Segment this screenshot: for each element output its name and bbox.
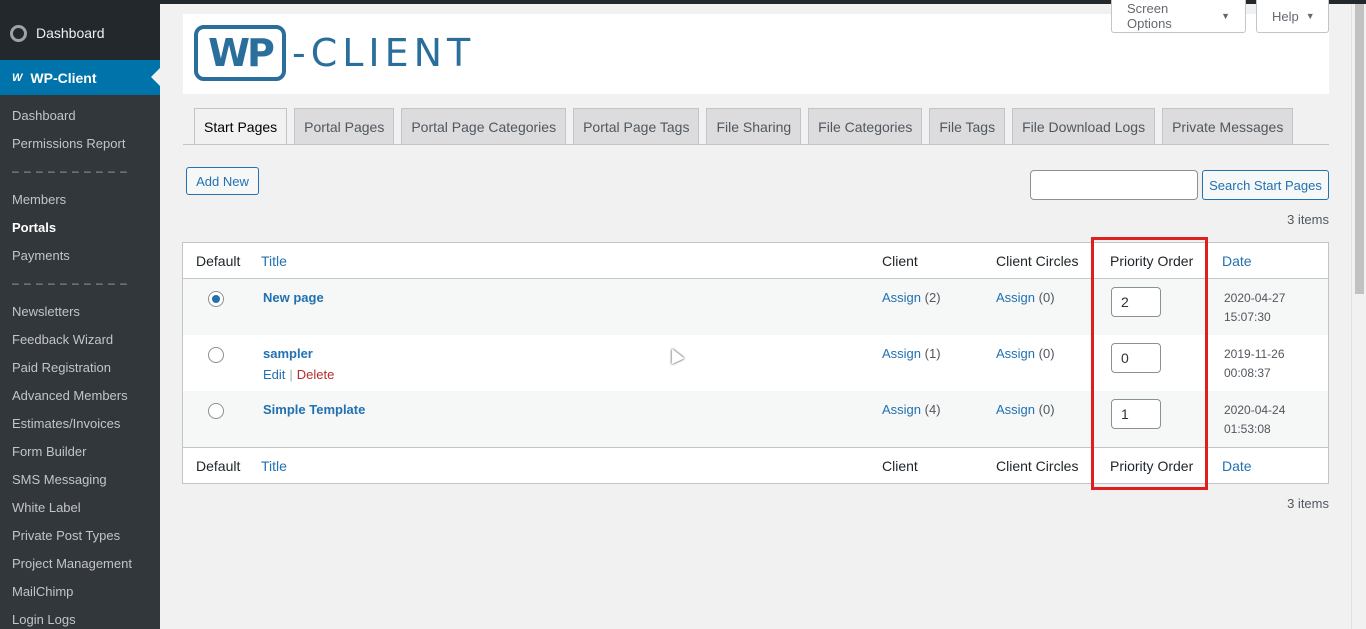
nav-tabs: Start Pages Portal Pages Portal Page Cat… (194, 108, 1300, 145)
page-title-link[interactable]: New page (263, 290, 324, 305)
help-button[interactable]: Help ▼ (1256, 0, 1329, 33)
submenu-payments[interactable]: Payments (12, 248, 70, 263)
col-client-circles: Client Circles (996, 458, 1079, 474)
edit-link[interactable]: Edit (263, 367, 285, 382)
submenu-portals[interactable]: Portals (12, 220, 56, 235)
assign-client-link[interactable]: Assign (882, 402, 921, 417)
default-radio[interactable] (208, 291, 224, 307)
dashboard-icon (10, 24, 27, 42)
default-radio[interactable] (208, 347, 224, 363)
page-scrollbar[interactable] (1351, 4, 1366, 629)
submenu-paid-registration[interactable]: Paid Registration (12, 360, 111, 375)
col-title[interactable]: Title (261, 458, 287, 474)
current-menu-arrow (151, 68, 160, 86)
tab-portal-page-tags[interactable]: Portal Page Tags (573, 108, 700, 144)
client-count: (1) (924, 346, 941, 361)
logo-wp-mark: WP (194, 25, 286, 81)
col-date[interactable]: Date (1222, 458, 1252, 474)
priority-order-highlight-box (1091, 237, 1208, 490)
screen-options-label: Screen Options (1127, 1, 1172, 31)
admin-sidebar: Dashboard W WP-Client Dashboard Permissi… (0, 0, 160, 629)
default-radio[interactable] (208, 403, 224, 419)
submenu-members[interactable]: Members (12, 192, 66, 207)
col-default: Default (196, 458, 241, 474)
submenu-project-management[interactable]: Project Management (12, 556, 132, 571)
submenu-white-label[interactable]: White Label (12, 500, 81, 515)
menu-dashboard[interactable]: Dashboard (0, 14, 160, 52)
menu-wp-client[interactable]: W WP-Client (0, 60, 160, 95)
page-title-link[interactable]: Simple Template (263, 402, 365, 417)
assign-circles-link[interactable]: Assign (996, 346, 1035, 361)
assign-circles-link[interactable]: Assign (996, 402, 1035, 417)
tab-portal-pages[interactable]: Portal Pages (294, 108, 395, 144)
submenu-feedback-wizard[interactable]: Feedback Wizard (12, 332, 113, 347)
add-new-button[interactable]: Add New (186, 167, 259, 195)
search-input[interactable] (1030, 170, 1198, 200)
col-default: Default (196, 253, 241, 269)
submenu-mailchimp[interactable]: MailChimp (12, 584, 73, 599)
tab-file-categories[interactable]: File Categories (808, 108, 923, 144)
date-cell: 2019-11-26 00:08:37 (1224, 347, 1285, 380)
tab-file-sharing[interactable]: File Sharing (706, 108, 802, 144)
assign-client-link[interactable]: Assign (882, 346, 921, 361)
help-label: Help (1272, 8, 1299, 24)
search-start-pages-button[interactable]: Search Start Pages (1202, 170, 1329, 200)
submenu-separator: – – – – – – – – – – (12, 164, 128, 178)
submenu-advanced-members[interactable]: Advanced Members (12, 388, 128, 403)
menu-dashboard-label: Dashboard (36, 25, 105, 41)
assign-circles-link[interactable]: Assign (996, 290, 1035, 305)
col-title[interactable]: Title (261, 253, 287, 269)
tab-file-tags[interactable]: File Tags (929, 108, 1006, 144)
col-client: Client (882, 458, 918, 474)
submenu-separator: – – – – – – – – – – (12, 276, 128, 290)
date-cell: 2020-04-27 15:07:30 (1224, 291, 1286, 324)
caret-down-icon: ▼ (1221, 11, 1230, 21)
main-content: WP -CLIENT Screen Options ▼ Help ▼ Start… (160, 0, 1366, 629)
submenu-sms-messaging[interactable]: SMS Messaging (12, 472, 107, 487)
date-cell: 2020-04-24 01:53:08 (1224, 403, 1286, 436)
col-date[interactable]: Date (1222, 253, 1252, 269)
scrollbar-thumb[interactable] (1355, 4, 1364, 294)
submenu-dashboard[interactable]: Dashboard (12, 108, 76, 123)
tab-file-download-logs[interactable]: File Download Logs (1012, 108, 1156, 144)
wp-client-logo: WP -CLIENT (194, 25, 475, 81)
logo-wordmark: -CLIENT (292, 31, 476, 75)
assign-client-link[interactable]: Assign (882, 290, 921, 305)
submenu-form-builder[interactable]: Form Builder (12, 444, 86, 459)
delete-link[interactable]: Delete (297, 367, 335, 382)
circles-count: (0) (1038, 290, 1055, 305)
circles-count: (0) (1038, 402, 1055, 417)
screen-options-button[interactable]: Screen Options ▼ (1111, 0, 1246, 33)
caret-down-icon: ▼ (1305, 11, 1315, 21)
submenu-login-logs[interactable]: Login Logs (12, 612, 76, 627)
row-actions: Edit | Delete (263, 367, 334, 382)
client-count: (2) (924, 290, 941, 305)
tabs-divider (183, 144, 1329, 145)
client-count: (4) (924, 402, 941, 417)
tab-portal-page-categories[interactable]: Portal Page Categories (401, 108, 567, 144)
col-client: Client (882, 253, 918, 269)
items-count-top: 3 items (1287, 212, 1329, 227)
circles-count: (0) (1038, 346, 1055, 361)
row-action-separator: | (289, 367, 293, 382)
col-client-circles: Client Circles (996, 253, 1079, 269)
submenu-estimates-invoices[interactable]: Estimates/Invoices (12, 416, 120, 431)
wp-client-submenu: Dashboard Permissions Report – – – – – –… (0, 95, 160, 629)
tab-private-messages[interactable]: Private Messages (1162, 108, 1294, 144)
page-title-link[interactable]: sampler (263, 346, 313, 361)
tab-start-pages[interactable]: Start Pages (194, 108, 288, 145)
submenu-private-post-types[interactable]: Private Post Types (12, 528, 120, 543)
items-count-bottom: 3 items (1287, 496, 1329, 511)
submenu-permissions-report[interactable]: Permissions Report (12, 136, 125, 151)
menu-wp-client-label: WP-Client (30, 69, 97, 86)
wp-client-icon: W (12, 71, 23, 84)
submenu-newsletters[interactable]: Newsletters (12, 304, 80, 319)
